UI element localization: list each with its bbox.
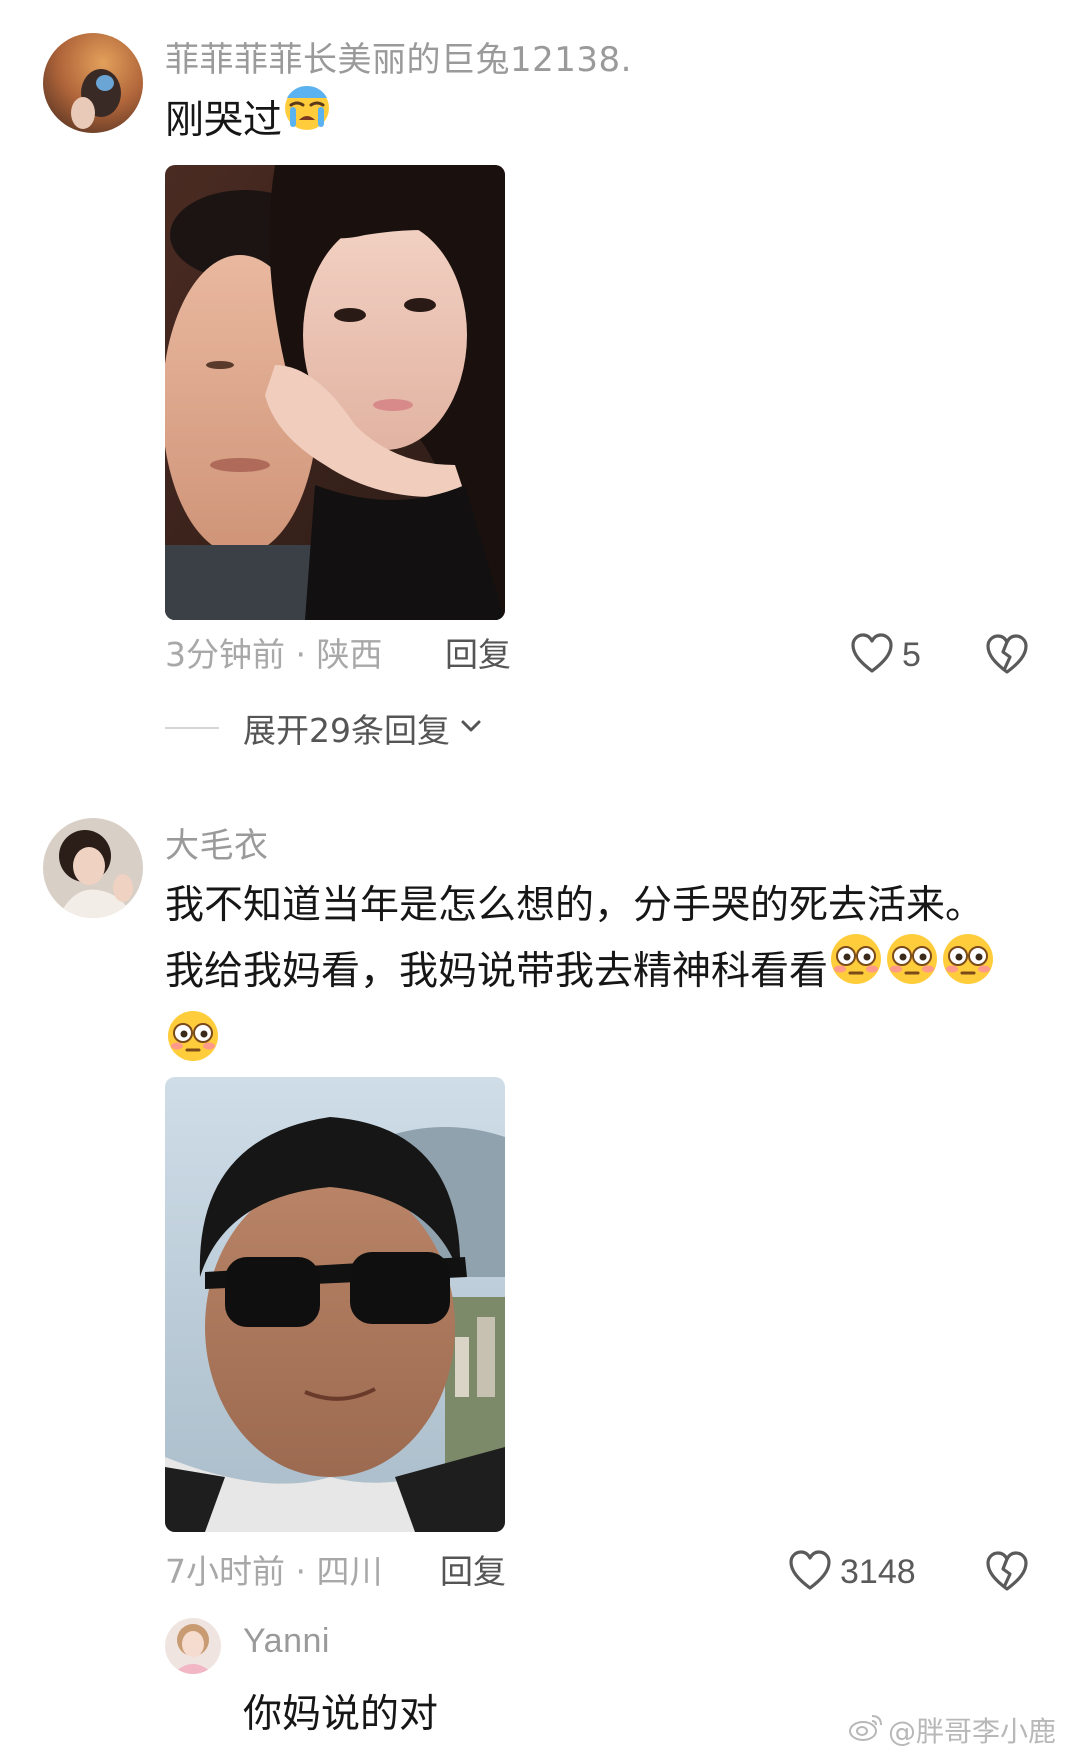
time-location: 7小时前 · 四川 xyxy=(165,1552,383,1591)
comment-text: 我不知道当年是怎么想的，分手哭的死去活来。 我给我妈看，我妈说带我去精神科看看 xyxy=(165,873,996,1085)
like-count: 5 xyxy=(902,636,921,674)
watermark: @胖哥李小鹿 xyxy=(848,1710,1056,1750)
loudly-crying-emoji-icon xyxy=(282,83,332,154)
comment-photo[interactable] xyxy=(165,165,505,620)
username[interactable]: 大毛衣 xyxy=(165,818,269,867)
comment-text-line: 刚哭过 xyxy=(165,98,283,143)
time-location: 3分钟前 · 陕西 xyxy=(165,635,383,674)
reply-button[interactable]: 回复 xyxy=(440,1547,506,1597)
watermark-text: @胖哥李小鹿 xyxy=(888,1715,1057,1748)
weibo-logo-icon xyxy=(848,1712,884,1749)
reply-button[interactable]: 回复 xyxy=(445,630,511,680)
username[interactable]: 菲菲菲菲长美丽的巨兔12138. xyxy=(165,32,632,81)
avatar[interactable] xyxy=(43,33,143,133)
broken-heart-icon[interactable] xyxy=(985,632,1029,680)
reply-username[interactable]: Yanni xyxy=(243,1622,330,1661)
heart-outline-icon xyxy=(850,632,894,678)
comment-text: 刚哭过 xyxy=(165,85,332,154)
flushed-face-emoji-icon xyxy=(884,931,940,1008)
flushed-face-emoji-icon xyxy=(165,1008,221,1085)
comment-meta: 3分钟前 · 陕西 回复 5 xyxy=(0,630,1080,680)
reply-text: 你妈说的对 xyxy=(243,1692,439,1737)
comment-text-line: 我不知道当年是怎么想的，分手哭的死去活来。 xyxy=(165,883,985,928)
like-button[interactable]: 5 xyxy=(850,630,921,680)
comment-text-line xyxy=(165,1008,996,1085)
avatar[interactable] xyxy=(43,818,143,918)
expand-replies-button[interactable]: 展开29条回复 xyxy=(165,703,484,753)
reply-avatar[interactable] xyxy=(165,1618,221,1674)
expand-replies-label: 展开29条回复 xyxy=(243,711,450,750)
comment-photo[interactable] xyxy=(165,1077,505,1532)
comment-meta: 7小时前 · 四川 回复 3148 xyxy=(0,1547,1080,1597)
broken-heart-icon[interactable] xyxy=(985,1549,1029,1597)
like-count: 3148 xyxy=(840,1553,916,1591)
heart-outline-icon xyxy=(788,1549,832,1595)
divider xyxy=(165,727,219,729)
flushed-face-emoji-icon xyxy=(940,931,996,1008)
comment-text-line: 我给我妈看，我妈说带我去精神科看看 xyxy=(165,934,996,1008)
flushed-face-emoji-icon xyxy=(828,931,884,1008)
chevron-down-icon xyxy=(458,713,484,743)
like-button[interactable]: 3148 xyxy=(788,1547,916,1597)
